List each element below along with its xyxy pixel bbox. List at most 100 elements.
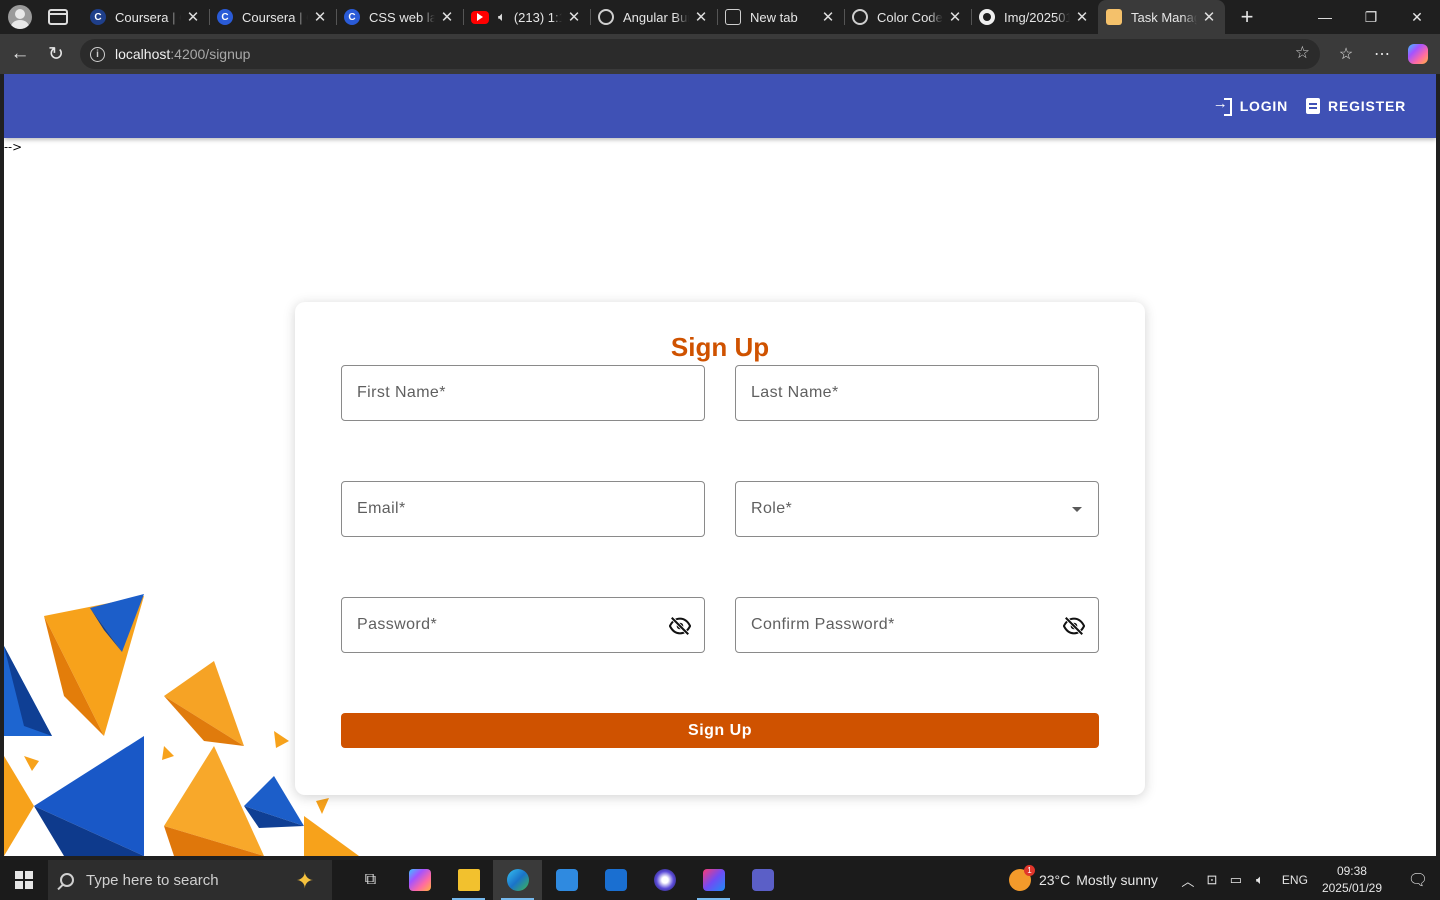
login-link[interactable]: LOGIN (1213, 95, 1289, 116)
close-tab-icon[interactable]: ✕ (947, 8, 963, 26)
register-link[interactable]: REGISTER (1306, 98, 1406, 114)
minimize-icon[interactable]: — (1302, 0, 1348, 34)
task-view-icon[interactable]: ⧉ (346, 860, 395, 900)
profile-avatar-icon[interactable] (8, 5, 32, 29)
visibility-off-icon[interactable] (1063, 615, 1085, 637)
dropdown-caret-icon (1072, 507, 1082, 512)
file-explorer-icon[interactable] (444, 860, 493, 900)
last-name-input[interactable] (736, 366, 1098, 420)
browser-tab[interactable]: Color Code ✕ (844, 0, 971, 34)
tab-title: Color Code (877, 9, 943, 25)
login-icon (1213, 95, 1232, 116)
search-highlight-icon: ✦ (295, 868, 314, 893)
stray-comment-text: --> (4, 140, 23, 154)
close-tab-icon[interactable]: ✕ (185, 8, 201, 26)
close-tab-icon[interactable]: ✕ (1074, 8, 1090, 26)
browser-tab[interactable]: C CSS web layout ✕ (336, 0, 463, 34)
browser-tab[interactable]: C Coursera | Online Courses ✕ (82, 0, 209, 34)
clock-date: 2025/01/29 (1321, 881, 1382, 895)
close-tab-icon[interactable]: ✕ (439, 8, 455, 26)
restore-icon[interactable]: ❐ (1348, 0, 1394, 34)
visibility-off-icon[interactable] (669, 615, 691, 637)
weather-desc: Mostly sunny (1076, 872, 1158, 888)
confirm-password-field (735, 597, 1099, 653)
teams-icon[interactable] (738, 860, 787, 900)
volume-icon[interactable]: 🔈︎ (1248, 872, 1272, 888)
browser-tab[interactable]: C Coursera | Online Courses ✕ (209, 0, 336, 34)
tab-title: Img/2025012 (1004, 9, 1070, 25)
windows-taskbar: Type here to search ✦ ⧉ 1 23°C Mostly su… (0, 860, 1440, 900)
network-icon[interactable]: ▭ (1224, 872, 1248, 888)
new-tab-button[interactable]: + (1231, 4, 1263, 30)
register-icon (1306, 98, 1321, 114)
signup-card: Sign Up Role* (295, 302, 1145, 795)
browser-tab[interactable]: Img/2025012 ✕ (971, 0, 1098, 34)
speaker-icon[interactable]: 🔈︎ (498, 9, 506, 25)
search-icon (60, 873, 74, 887)
role-select[interactable]: Role* (735, 481, 1099, 537)
coursera-icon: C (344, 9, 360, 25)
browser-tab[interactable]: New tab ✕ (717, 0, 844, 34)
tab-title: Coursera | Online Courses (115, 9, 181, 25)
copilot-app-icon[interactable] (395, 860, 444, 900)
chevron-up-icon[interactable]: ︿ (1176, 871, 1200, 890)
tab-actions-icon[interactable] (48, 9, 68, 25)
tab-title: (213) 1:14 (513, 9, 562, 25)
first-name-field (341, 365, 705, 421)
coursera-icon: C (90, 9, 106, 25)
favorites-icon[interactable]: ☆ (1328, 38, 1364, 70)
confirm-password-input[interactable] (736, 598, 1098, 652)
weather-temp: 23°C (1038, 872, 1071, 888)
outlook-icon[interactable] (591, 860, 640, 900)
taskbar-search[interactable]: Type here to search ✦ (48, 860, 332, 900)
microsoft-store-icon[interactable] (542, 860, 591, 900)
edge-browser-icon[interactable] (493, 860, 542, 900)
windows-start-icon[interactable] (0, 860, 48, 900)
weather-sun-icon[interactable] (1008, 865, 1035, 891)
browser-tab[interactable]: 🔈︎ (213) 1:14 ✕ (463, 0, 590, 34)
tab-title: Angular Build (623, 9, 689, 25)
close-tab-icon[interactable]: ✕ (1201, 8, 1217, 26)
signup-submit-button[interactable]: Sign Up (341, 713, 1099, 748)
camera-icon[interactable]: ⊡ (1200, 872, 1224, 888)
copilot-icon[interactable] (1408, 44, 1428, 64)
openai-icon (852, 9, 868, 25)
language-indicator[interactable]: ENG (1282, 873, 1308, 887)
url-path: :4200/signup (170, 46, 251, 62)
favorite-star-icon[interactable]: ☆ (1295, 43, 1310, 63)
toolbar-right: ☆ ⋯ (1328, 34, 1440, 74)
close-window-icon[interactable]: ✕ (1394, 0, 1440, 34)
close-tab-icon[interactable]: ✕ (312, 8, 328, 26)
site-info-icon[interactable]: i (90, 46, 105, 62)
first-name-input[interactable] (342, 366, 704, 420)
more-menu-icon[interactable]: ⋯ (1364, 38, 1400, 70)
intellij-icon[interactable] (689, 860, 738, 900)
coursera-icon: C (217, 9, 233, 25)
browser-toolbar: ← ↻ i localhost:4200/signup ☆ ☆ ⋯ (0, 34, 1440, 74)
taskbar-search-placeholder: Type here to search (86, 871, 219, 889)
register-label: REGISTER (1328, 98, 1406, 114)
login-label: LOGIN (1239, 98, 1289, 114)
newtab-icon (725, 9, 741, 25)
email-input[interactable] (342, 482, 704, 536)
back-arrow-icon[interactable]: ← (2, 38, 38, 70)
system-tray: 23°C Mostly sunny ︿ ⊡ ▭ 🔈︎ ENG 09:38 202… (1008, 860, 1440, 900)
close-tab-icon[interactable]: ✕ (693, 8, 709, 26)
browser-alt-icon[interactable] (640, 860, 689, 900)
last-name-field (735, 365, 1099, 421)
close-tab-icon[interactable]: ✕ (820, 8, 836, 26)
window-controls: — ❐ ✕ (1302, 0, 1440, 34)
browser-tab[interactable]: Angular Build ✕ (590, 0, 717, 34)
browser-tab-active[interactable]: Task Manager ✕ (1098, 0, 1225, 34)
password-field (341, 597, 705, 653)
close-tab-icon[interactable]: ✕ (566, 8, 582, 26)
signup-title: Sign Up (670, 332, 770, 362)
clock[interactable]: 09:38 2025/01/29 (1322, 863, 1382, 897)
notifications-icon[interactable]: 🗨︎ (1396, 860, 1440, 900)
refresh-icon[interactable]: ↻ (38, 38, 74, 70)
password-input[interactable] (342, 598, 704, 652)
tab-title: Coursera | Online Courses (242, 9, 308, 25)
address-bar[interactable]: i localhost:4200/signup ☆ (80, 39, 1320, 69)
openai-icon (598, 9, 614, 25)
role-label: Role* (751, 500, 793, 517)
